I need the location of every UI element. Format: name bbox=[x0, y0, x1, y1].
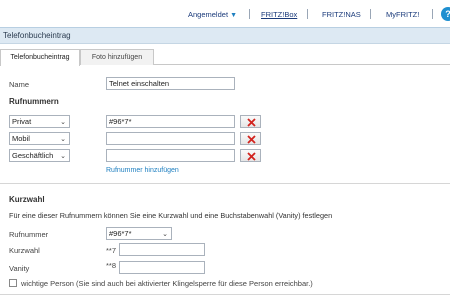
divider bbox=[370, 9, 371, 19]
phone-number-field[interactable]: #96*7* bbox=[106, 115, 235, 128]
rufnummer-label: Rufnummer bbox=[9, 230, 49, 239]
kurzwahl-number-value: #96*7* bbox=[109, 229, 132, 238]
important-person-checkbox[interactable] bbox=[9, 279, 17, 287]
chevron-down-icon: ⌄ bbox=[60, 153, 66, 160]
close-icon bbox=[247, 135, 256, 144]
number-type-value: Geschäftlich bbox=[12, 151, 54, 160]
number-type-select[interactable]: Privat ⌄ bbox=[9, 115, 70, 128]
tab-telefonbucheintrag[interactable]: Telefonbucheintrag bbox=[0, 49, 80, 66]
divider bbox=[249, 9, 250, 19]
chevron-down-icon: ⌄ bbox=[60, 136, 66, 143]
chevron-down-icon: ⌄ bbox=[162, 231, 168, 238]
chevron-down-icon: ▼ bbox=[230, 12, 238, 19]
section-divider bbox=[0, 294, 450, 295]
close-icon bbox=[247, 152, 256, 161]
number-type-value: Mobil bbox=[12, 134, 30, 143]
vanity-prefix: **8 bbox=[106, 261, 117, 270]
kurzwahl-prefix: **7 bbox=[106, 246, 117, 255]
vanity-field[interactable] bbox=[119, 261, 205, 274]
numbers-heading: Rufnummern bbox=[9, 97, 59, 106]
important-person-label: wichtige Person (Sie sind auch bei aktiv… bbox=[21, 279, 313, 288]
tab-bar: Telefonbucheintrag Foto hinzufügen bbox=[0, 47, 450, 66]
nav-myfritz-link[interactable]: MyFRITZ! bbox=[386, 10, 419, 19]
nav-fritznas-link[interactable]: FRITZ!NAS bbox=[322, 10, 361, 19]
close-icon bbox=[247, 118, 256, 127]
number-type-select[interactable]: Geschäftlich ⌄ bbox=[9, 149, 70, 162]
help-icon[interactable]: ? bbox=[441, 7, 450, 21]
delete-number-button[interactable] bbox=[240, 149, 261, 162]
tab-foto-hinzufuegen[interactable]: Foto hinzufügen bbox=[80, 49, 154, 65]
page-title-bar: Telefonbucheintrag bbox=[0, 27, 450, 44]
top-navigation: Angemeldet ▼ FRITZ!Box FRITZ!NAS MyFRITZ… bbox=[0, 0, 450, 26]
kurzwahl-heading: Kurzwahl bbox=[9, 195, 45, 204]
logged-in-menu[interactable]: Angemeldet ▼ bbox=[188, 10, 237, 19]
delete-number-button[interactable] bbox=[240, 115, 261, 128]
number-type-select[interactable]: Mobil ⌄ bbox=[9, 132, 70, 145]
add-number-link[interactable]: Rufnummer hinzufügen bbox=[106, 167, 179, 174]
delete-number-button[interactable] bbox=[240, 132, 261, 145]
divider bbox=[432, 9, 433, 19]
nav-fritzbox-link[interactable]: FRITZ!Box bbox=[261, 10, 297, 19]
chevron-down-icon: ⌄ bbox=[60, 119, 66, 126]
page-title: Telefonbucheintrag bbox=[3, 31, 71, 40]
kurzwahl-description: Für eine dieser Rufnummern können Sie ei… bbox=[9, 211, 333, 220]
name-field[interactable]: Telnet einschalten bbox=[106, 77, 235, 90]
name-label: Name bbox=[9, 80, 30, 89]
divider bbox=[307, 9, 308, 19]
number-type-value: Privat bbox=[12, 117, 32, 126]
kurzwahl-label: Kurzwahl bbox=[9, 246, 40, 255]
logged-in-label: Angemeldet bbox=[188, 10, 229, 19]
phone-number-field[interactable] bbox=[106, 132, 235, 145]
vanity-label: Vanity bbox=[9, 264, 30, 273]
phone-number-field[interactable] bbox=[106, 149, 235, 162]
kurzwahl-number-select[interactable]: #96*7* ⌄ bbox=[106, 227, 172, 240]
section-divider bbox=[0, 183, 450, 184]
kurzwahl-field[interactable] bbox=[119, 243, 205, 256]
